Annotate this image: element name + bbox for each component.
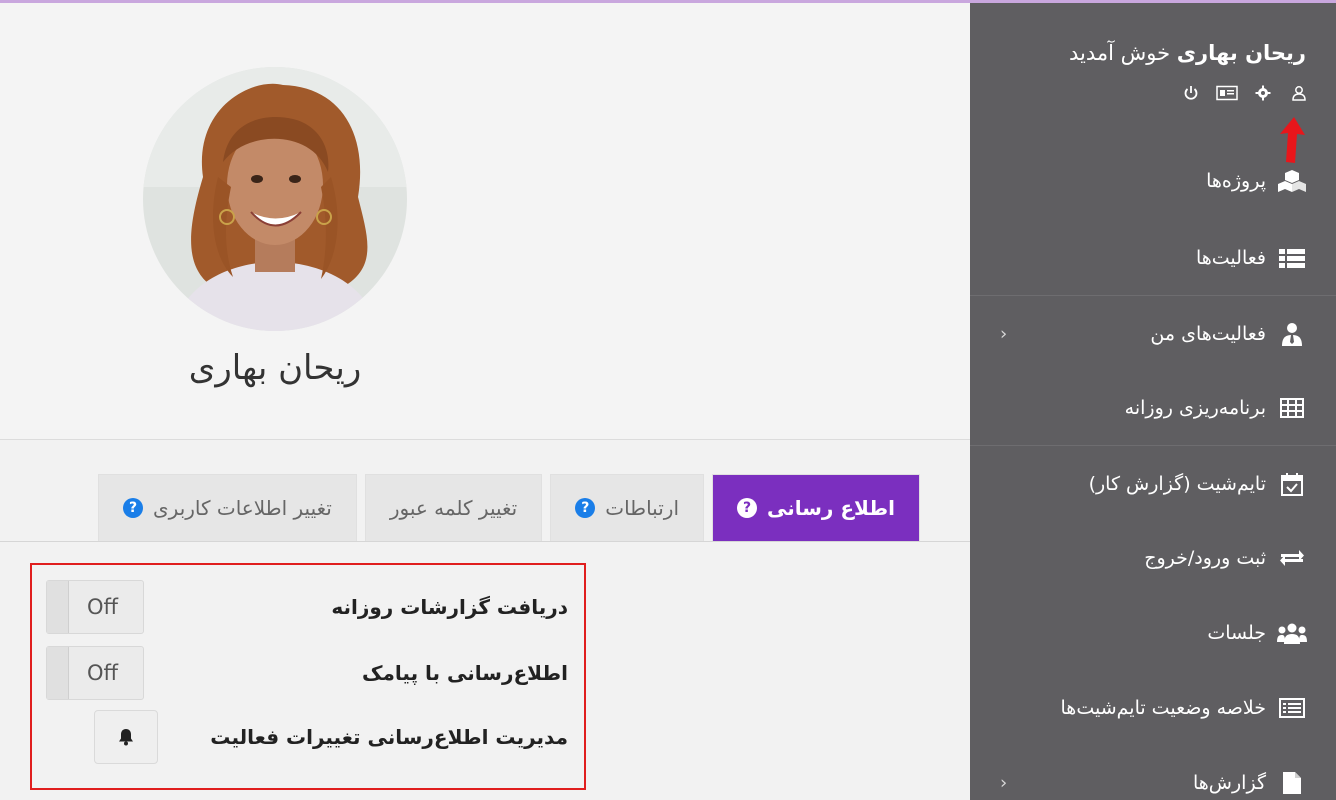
avatar: [143, 67, 407, 331]
sidebar-item-timesheet-summary[interactable]: خلاصه وضعیت تایم‌شیت‌ها: [970, 671, 1336, 745]
setting-daily-reports: دریافت گزارشات روزانه Off: [46, 579, 568, 635]
list-icon: [1276, 245, 1308, 271]
sidebar-item-activities[interactable]: فعالیت‌ها: [970, 221, 1336, 295]
bell-icon: [119, 729, 133, 746]
profile-tabs: تغییر اطلاعات کاربری ? تغییر کلمه عبور ا…: [98, 474, 920, 541]
file-icon: [1276, 770, 1308, 796]
tab-connections-label: ارتباطات: [605, 496, 679, 520]
activity-notify-button[interactable]: [94, 710, 158, 764]
sidebar-item-label: فعالیت‌ها: [1195, 247, 1266, 269]
help-icon[interactable]: ?: [123, 498, 143, 518]
notification-settings: دریافت گزارشات روزانه Off اطلاع‌رسانی با…: [30, 563, 586, 790]
id-card-icon[interactable]: [1216, 83, 1238, 103]
help-icon[interactable]: ?: [737, 498, 757, 518]
help-icon[interactable]: ?: [575, 498, 596, 518]
profile-name: ریحان بهاری: [188, 348, 362, 388]
sidebar-item-label: جلسات: [1207, 622, 1266, 644]
setting-sms-notify-label: اطلاع‌رسانی با پیامک: [362, 661, 568, 685]
calendar-check-icon: [1276, 471, 1308, 497]
toggle-state: Off: [87, 595, 118, 619]
table-icon: [1276, 395, 1308, 421]
sidebar-item-check-in-out[interactable]: ثبت ورود/خروج: [970, 521, 1336, 595]
setting-sms-notify: اطلاع‌رسانی با پیامک Off: [46, 645, 568, 701]
tab-connections[interactable]: ارتباطات ?: [550, 474, 704, 541]
welcome-user-name: ریحان بهاری: [1176, 41, 1306, 65]
exchange-icon: [1276, 545, 1308, 571]
sidebar-item-label: گزارش‌ها: [1193, 772, 1266, 794]
settings-icon[interactable]: [1252, 83, 1274, 103]
sidebar-item-label: پروژه‌ها: [1206, 170, 1266, 192]
welcome-text: خوش آمدید: [1068, 41, 1171, 65]
user-tie-icon: [1276, 321, 1308, 347]
tab-change-password[interactable]: تغییر کلمه عبور: [364, 474, 543, 541]
sidebar: ریحان بهاری خوش آمدید پروژه‌ها: [970, 3, 1336, 800]
tab-divider: [0, 541, 970, 542]
toggle-knob: [47, 581, 69, 633]
tab-user-info-label: تغییر اطلاعات کاربری: [153, 496, 332, 520]
sidebar-item-label: فعالیت‌های من: [1150, 322, 1266, 345]
user-actions: [1180, 83, 1310, 103]
sidebar-item-meetings[interactable]: جلسات: [970, 595, 1336, 671]
list-alt-icon: [1276, 695, 1308, 721]
sidebar-item-label: ثبت ورود/خروج: [1144, 547, 1266, 569]
profile-icon[interactable]: [1288, 83, 1310, 103]
users-icon: [1276, 620, 1308, 646]
setting-activity-changes-label: مدیریت اطلاع‌رسانی تغییرات فعالیت: [210, 725, 568, 749]
setting-activity-changes: مدیریت اطلاع‌رسانی تغییرات فعالیت: [46, 709, 568, 765]
sidebar-item-reports[interactable]: گزارش‌ها ‹: [970, 745, 1336, 800]
power-icon[interactable]: [1180, 83, 1202, 103]
sidebar-item-timesheet[interactable]: تایم‌شیت (گزارش کار): [970, 445, 1336, 521]
sidebar-item-label: برنامه‌ریزی روزانه: [1124, 397, 1266, 419]
sidebar-item-label: خلاصه وضعیت تایم‌شیت‌ها: [1060, 697, 1266, 719]
welcome-message: ریحان بهاری خوش آمدید: [1069, 41, 1306, 65]
tab-notifications[interactable]: اطلاع رسانی ?: [712, 474, 920, 541]
sidebar-item-my-activities[interactable]: فعالیت‌های من ‹: [970, 295, 1336, 371]
sms-notify-toggle[interactable]: Off: [46, 646, 144, 700]
sidebar-item-daily-planning[interactable]: برنامه‌ریزی روزانه: [970, 371, 1336, 445]
tab-user-info[interactable]: تغییر اطلاعات کاربری ?: [98, 474, 357, 541]
profile-header: ریحان بهاری: [0, 3, 970, 440]
toggle-knob: [47, 647, 69, 699]
chevron-left-icon: ‹: [1000, 323, 1008, 344]
tab-change-password-label: تغییر کلمه عبور: [389, 496, 518, 520]
tab-notifications-label: اطلاع رسانی: [767, 496, 895, 520]
cubes-icon: [1276, 168, 1308, 194]
sidebar-item-label: تایم‌شیت (گزارش کار): [1088, 472, 1266, 495]
sidebar-item-projects[interactable]: پروژه‌ها: [970, 141, 1336, 221]
daily-reports-toggle[interactable]: Off: [46, 580, 144, 634]
setting-daily-reports-label: دریافت گزارشات روزانه: [331, 595, 568, 619]
toggle-state: Off: [87, 661, 118, 685]
sidebar-menu: پروژه‌ها فعالیت‌ها فعالیت‌های من ‹ برنام…: [970, 141, 1336, 800]
chevron-left-icon: ‹: [1000, 772, 1008, 794]
